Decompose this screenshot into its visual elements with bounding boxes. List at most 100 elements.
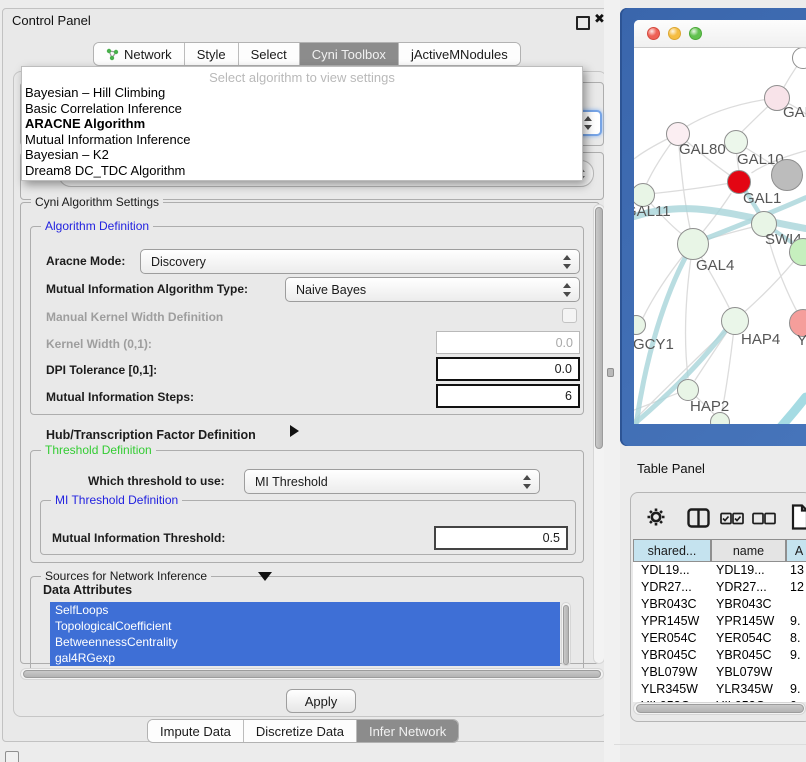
table-row[interactable]: YDR27...YDR27...12 (633, 579, 806, 596)
column-header-shared[interactable]: shared... (633, 539, 711, 562)
algorithm-option-dream8-dc-tdc-algorithm[interactable]: Dream8 DC_TDC Algorithm (22, 163, 582, 179)
column-header-name[interactable]: name (711, 539, 786, 562)
algorithm-option-mutual-information-inference[interactable]: Mutual Information Inference (22, 132, 582, 148)
gear-icon[interactable] (646, 507, 666, 527)
split-view-icon[interactable] (687, 508, 710, 528)
table-cell: YDL19... (716, 562, 765, 579)
tab-label: Discretize Data (256, 724, 344, 739)
table-row[interactable]: YLR345WYLR345W9. (633, 681, 806, 698)
network-window-titlebar[interactable] (634, 20, 806, 48)
splitter-handle[interactable] (607, 368, 614, 377)
control-panel-tabstrip: Network Style Select Cyni Toolbox jActiveMNo… (93, 42, 521, 66)
deselect-all-icon[interactable] (752, 512, 776, 525)
settings-horizontal-scrollbar[interactable] (20, 668, 604, 680)
table-cell: YBR045C (716, 647, 772, 664)
network-edge[interactable] (686, 243, 694, 378)
mi-type-combo[interactable]: Naive Bayes (285, 277, 580, 302)
apply-button[interactable]: Apply (286, 689, 356, 713)
node-label-gal: GAL (783, 104, 806, 121)
algorithm-option-bayesian-k2[interactable]: Bayesian – K2 (22, 147, 582, 163)
close-button[interactable] (647, 27, 660, 40)
tab-network[interactable]: Network (94, 43, 184, 65)
network-tab-icon (106, 48, 119, 61)
tab-discretize-data[interactable]: Discretize Data (243, 720, 356, 742)
algorithm-dropdown-popup: Select algorithm to view settings Bayesi… (21, 66, 583, 181)
hub-expand-arrow-icon[interactable] (290, 425, 299, 437)
tab-select[interactable]: Select (238, 43, 299, 65)
zoom-button[interactable] (689, 27, 702, 40)
scrollbar-thumb[interactable] (595, 207, 603, 449)
table-cell: YPR145W (716, 613, 774, 630)
dpi-tolerance-field[interactable]: 0.0 (436, 357, 580, 381)
table-row[interactable]: YBR043C YBR043C (633, 596, 806, 613)
column-header-a[interactable]: A (786, 539, 806, 562)
function-builder-icon[interactable] (791, 504, 806, 530)
mi-steps-field[interactable]: 6 (436, 384, 580, 408)
tab-impute-data[interactable]: Impute Data (148, 720, 243, 742)
table-cell: 9. (790, 681, 800, 698)
mi-threshold-field[interactable]: 0.5 (434, 526, 568, 550)
node-label-y: Y (797, 332, 806, 349)
table-cell: YDL19... (641, 562, 690, 579)
manual-kernel-checkbox[interactable] (562, 308, 577, 323)
table-cell: YBR043C (716, 596, 772, 613)
tab-jactivemnodules[interactable]: jActiveMNodules (398, 43, 520, 65)
algorithm-option-bayesian-hill-climbing[interactable]: Bayesian – Hill Climbing (22, 85, 582, 101)
table-row[interactable]: YBR045CYBR045C9. (633, 647, 806, 664)
table-cell: YBR045C (641, 647, 697, 664)
aracne-mode-combo[interactable]: Discovery (140, 249, 580, 274)
table-row[interactable]: YER054CYER054C8. (633, 630, 806, 647)
attribute-item-betweennesscentrality[interactable]: BetweennessCentrality (50, 634, 560, 650)
network-edge[interactable] (681, 98, 777, 130)
tab-style[interactable]: Style (184, 43, 238, 65)
select-all-icon[interactable] (720, 512, 744, 525)
sources-title: Sources for Network Inference (41, 569, 211, 583)
scrollbar-thumb[interactable] (563, 605, 569, 665)
network-node-gal4[interactable] (677, 228, 709, 260)
table-body: YDL19...YDL19...13YDR27...YDR27...12YBR0… (633, 562, 806, 702)
algorithm-option-basic-correlation-inference[interactable]: Basic Correlation Inference (22, 101, 582, 117)
minimized-panel-icon[interactable] (5, 751, 19, 762)
scrollbar-thumb[interactable] (23, 670, 601, 678)
dpi-tolerance-label: DPI Tolerance [0,1]: (46, 363, 157, 377)
tab-cyni-toolbox[interactable]: Cyni Toolbox (299, 43, 398, 65)
mi-steps-label: Mutual Information Steps: (46, 390, 194, 404)
minimize-button[interactable] (668, 27, 681, 40)
table-cell: YER054C (641, 630, 697, 647)
table-row[interactable]: YBL079WYBL079W (633, 664, 806, 681)
table-cell: YLR345W (641, 681, 698, 698)
table-row[interactable]: YPR145WYPR145W9. (633, 613, 806, 630)
network-edge[interactable] (643, 184, 727, 195)
attribute-item-gal4rgexp[interactable]: gal4RGexp (50, 650, 560, 666)
float-panel-icon[interactable] (576, 16, 590, 30)
aracne-mode-value: Discovery (151, 255, 206, 269)
data-attributes-list[interactable]: SelfLoopsTopologicalCoefficientBetweenne… (50, 602, 560, 666)
kernel-width-field[interactable]: 0.0 (436, 331, 580, 354)
mi-threshold-label: Mutual Information Threshold: (52, 531, 225, 545)
attribute-item-selfloops[interactable]: SelfLoops (50, 602, 560, 618)
network-node[interactable] (771, 159, 803, 191)
tab-label: Network (124, 47, 172, 62)
screen: Control Panel ✖ NetworkStyleSelectCyni T… (0, 0, 806, 762)
network-canvas[interactable]: GALGAL80GAL10GAL1GAL11SWI4GAL4GCY1HAP4YH… (634, 48, 806, 424)
network-edge[interactable] (748, 397, 806, 424)
sources-collapse-arrow-icon[interactable] (258, 572, 272, 581)
tab-infer-network[interactable]: Infer Network (356, 720, 458, 742)
table-horizontal-scrollbar[interactable] (633, 702, 806, 715)
network-view-window: GALGAL80GAL10GAL1GAL11SWI4GAL4GCY1HAP4YH… (634, 20, 806, 424)
attribute-item-topologicalcoefficient[interactable]: TopologicalCoefficient (50, 618, 560, 634)
tab-label: Style (197, 47, 226, 62)
table-row[interactable]: YDL19...YDL19...13 (633, 562, 806, 579)
tab-label: jActiveMNodules (411, 47, 508, 62)
scrollbar-thumb[interactable] (636, 704, 804, 713)
mi-type-label: Mutual Information Algorithm Type: (46, 282, 248, 296)
table-cell: YBL079W (641, 664, 697, 681)
table-cell: YBR043C (641, 596, 697, 613)
attributes-list-scrollbar[interactable] (561, 602, 571, 666)
data-attributes-label: Data Attributes (43, 583, 132, 597)
table-cell: 9. (790, 613, 800, 630)
cyni-settings-title: Cyni Algorithm Settings (31, 195, 163, 209)
tab-label: Select (251, 47, 287, 62)
which-threshold-combo[interactable]: MI Threshold (244, 469, 540, 494)
algorithm-option-aracne-algorithm[interactable]: ARACNE Algorithm (22, 116, 582, 132)
